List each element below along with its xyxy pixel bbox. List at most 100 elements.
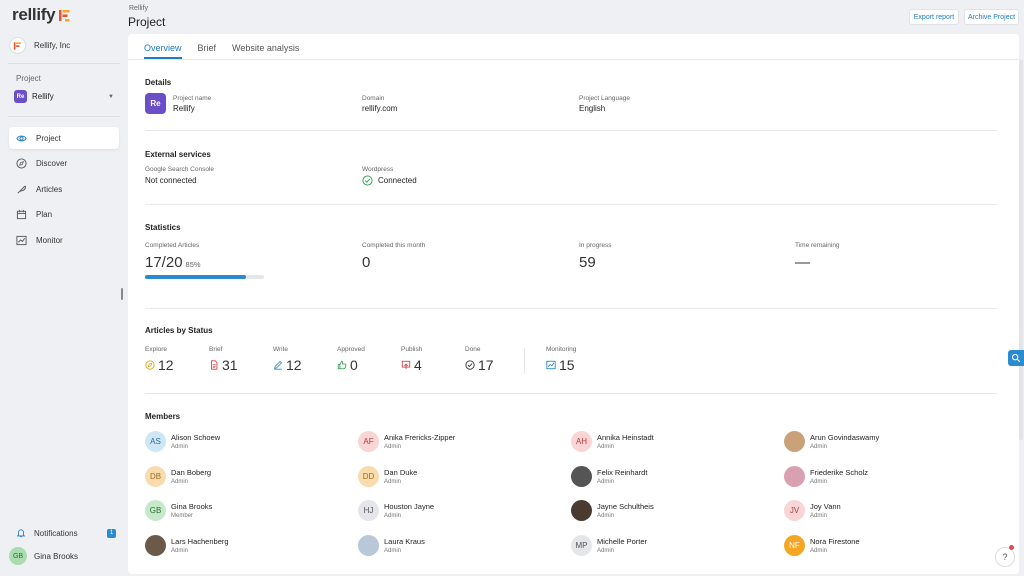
- avatar: [784, 431, 805, 452]
- member-role: Admin: [597, 444, 615, 450]
- status-done[interactable]: Done 17: [465, 346, 494, 373]
- member-item[interactable]: MP Michelle Porter Admin: [571, 535, 647, 556]
- search-icon: [1011, 353, 1021, 363]
- member-name: Felix Reinhardt: [597, 468, 648, 477]
- status-explore[interactable]: Explore 12: [145, 346, 174, 373]
- member-role: Admin: [597, 479, 615, 485]
- avatar: AF: [358, 431, 379, 452]
- member-item[interactable]: NF Nora Firestone Admin: [784, 535, 860, 556]
- status-write[interactable]: Write 12: [273, 346, 302, 373]
- breadcrumb[interactable]: Rellify: [129, 5, 148, 12]
- member-name: Michelle Porter: [597, 537, 648, 546]
- org-switcher[interactable]: Rellify, Inc: [9, 37, 70, 54]
- chart-icon: [16, 235, 27, 245]
- project-select[interactable]: Re Rellify ▼: [14, 90, 114, 103]
- statistics-title: Statistics: [145, 223, 181, 232]
- status-monitoring[interactable]: Monitoring 15: [546, 346, 576, 373]
- sidebar-item-discover[interactable]: Discover: [9, 153, 119, 175]
- member-name: Arun Govindaswamy: [810, 433, 880, 442]
- in-progress-label: In progress: [579, 242, 612, 249]
- member-name: Gina Brooks: [171, 502, 213, 511]
- sidebar-resize-handle[interactable]: [121, 288, 123, 300]
- member-item[interactable]: DD Dan Duke Admin: [358, 466, 417, 487]
- avatar: AH: [571, 431, 592, 452]
- member-role: Admin: [171, 479, 189, 485]
- language-value: English: [579, 104, 606, 113]
- member-item[interactable]: GB Gina Brooks Member: [145, 500, 212, 521]
- status-approved[interactable]: Approved 0: [337, 346, 365, 373]
- archive-project-button[interactable]: Archive Project: [964, 9, 1019, 25]
- export-report-button[interactable]: Export report: [909, 9, 959, 25]
- sidebar-item-label: Articles: [36, 184, 63, 194]
- help-notification-dot: [1009, 545, 1014, 550]
- feather-icon: [17, 185, 26, 194]
- tab-bar: Overview Brief Website analysis: [144, 34, 315, 59]
- avatar: [571, 466, 592, 487]
- side-search-tab[interactable]: [1008, 350, 1024, 366]
- member-name: Nora Firestone: [810, 537, 860, 546]
- member-role: Admin: [384, 479, 402, 485]
- member-name: Anika Frericks-Zipper: [384, 433, 456, 442]
- member-item[interactable]: JV Joy Vann Admin: [784, 500, 841, 521]
- member-item[interactable]: Friederike Scholz Admin: [784, 466, 868, 487]
- member-role: Admin: [597, 548, 615, 554]
- project-heading: Project: [16, 74, 41, 83]
- time-remaining-label: Time remaining: [795, 242, 840, 249]
- help-button[interactable]: ?: [995, 547, 1015, 567]
- tab-brief[interactable]: Brief: [198, 34, 217, 59]
- member-item[interactable]: HJ Houston Jayne Admin: [358, 500, 434, 521]
- section-divider: [145, 393, 997, 394]
- brief-icon: [211, 360, 218, 370]
- member-item[interactable]: Arun Govindaswamy Admin: [784, 431, 879, 452]
- brand-logo[interactable]: rellify: [12, 5, 71, 25]
- sidebar-nav: Project Discover Articles Plan Monitor: [9, 127, 119, 255]
- panel-scrollbar[interactable]: [1019, 60, 1023, 440]
- avatar: [358, 535, 379, 556]
- status-count: 12: [286, 357, 302, 373]
- avatar: [145, 535, 166, 556]
- avatar: GB: [145, 500, 166, 521]
- section-divider: [145, 130, 997, 131]
- member-name: Dan Boberg: [171, 468, 212, 477]
- sidebar: rellify Rellify, Inc Project Re Rellify …: [0, 0, 128, 576]
- sidebar-item-articles[interactable]: Articles: [9, 178, 119, 200]
- tab-divider: [128, 59, 1019, 60]
- notifications-item[interactable]: Notifications 1: [16, 528, 116, 538]
- avatar: MP: [571, 535, 592, 556]
- sidebar-item-plan[interactable]: Plan: [9, 204, 119, 226]
- member-name: Alison Schoew: [171, 433, 221, 442]
- member-item[interactable]: Lars Hachenberg Admin: [145, 535, 229, 556]
- tab-website-analysis[interactable]: Website analysis: [232, 34, 299, 59]
- member-item[interactable]: DB Dan Boberg Admin: [145, 466, 211, 487]
- compass-icon: [16, 158, 27, 169]
- member-item[interactable]: Laura Kraus Admin: [358, 535, 425, 556]
- member-item[interactable]: Jayne Schultheis Admin: [571, 500, 654, 521]
- member-item[interactable]: AF Anika Frericks-Zipper Admin: [358, 431, 455, 452]
- sidebar-item-label: Monitor: [36, 235, 63, 245]
- sidebar-item-monitor[interactable]: Monitor: [9, 229, 119, 251]
- member-item[interactable]: Felix Reinhardt Admin: [571, 466, 647, 487]
- details-title: Details: [145, 78, 172, 87]
- monitoring-icon: [546, 360, 556, 370]
- member-name: Friederike Scholz: [810, 468, 868, 477]
- member-role: Admin: [810, 513, 828, 519]
- completion-progress-bar: [145, 275, 264, 279]
- status-count: 12: [158, 357, 174, 373]
- tab-overview[interactable]: Overview: [144, 34, 182, 59]
- member-item[interactable]: AH Annika Heinstadt Admin: [571, 431, 654, 452]
- gsc-status: Not connected: [145, 176, 197, 185]
- status-count: 15: [559, 357, 575, 373]
- language-label: Project Language: [579, 95, 630, 102]
- sidebar-item-project[interactable]: Project: [9, 127, 119, 149]
- status-count: 4: [414, 357, 422, 373]
- project-avatar: Re: [145, 93, 166, 114]
- status-count: 0: [350, 357, 358, 373]
- caret-down-icon: ▼: [108, 93, 114, 100]
- member-item[interactable]: AS Alison Schoew Admin: [145, 431, 220, 452]
- status-publish[interactable]: Publish 4: [401, 346, 422, 373]
- status-label: Monitoring: [546, 346, 577, 353]
- user-profile[interactable]: GB Gina Brooks: [9, 547, 78, 565]
- explore-icon: [145, 360, 155, 370]
- org-logo-icon: [9, 37, 26, 54]
- status-brief[interactable]: Brief 31: [209, 346, 238, 373]
